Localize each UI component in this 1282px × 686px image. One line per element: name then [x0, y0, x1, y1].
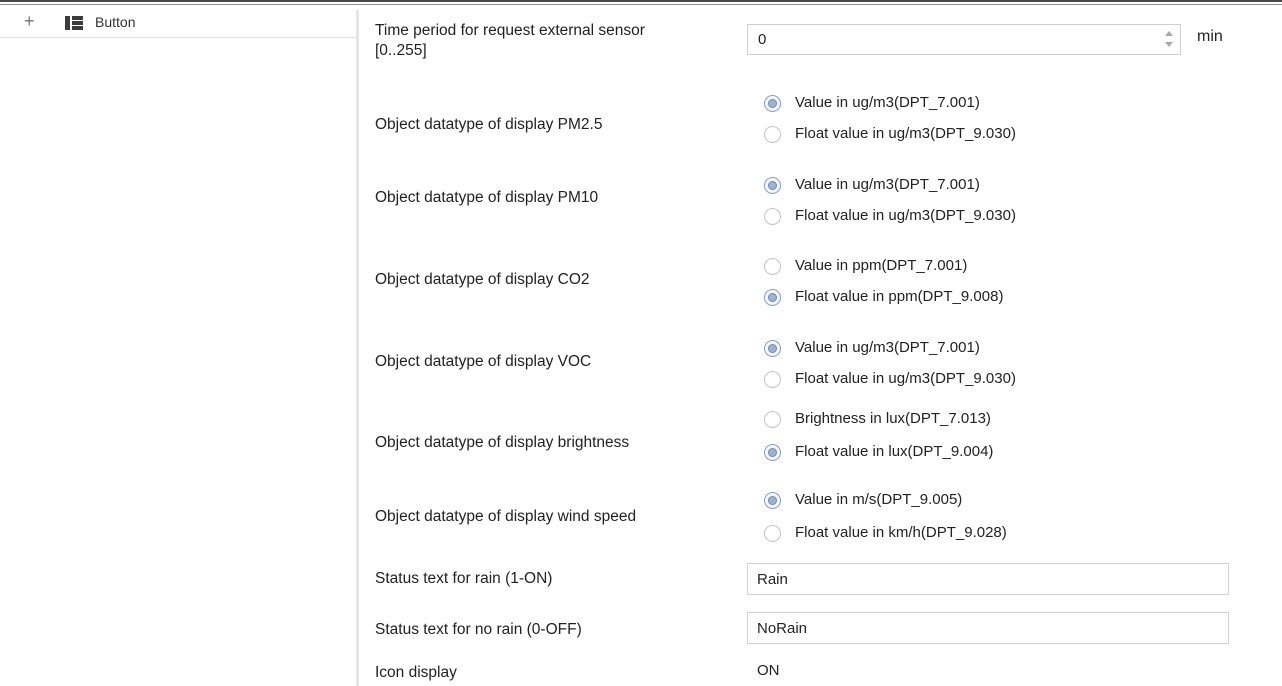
wind-speed-option-1-radio[interactable] — [764, 492, 781, 509]
pm10-option-2-label[interactable]: Float value in ug/m3(DPT_9.030) — [795, 207, 1016, 225]
pm10-option-1-label[interactable]: Value in ug/m3(DPT_7.001) — [795, 176, 980, 194]
pm25-option-2-radio[interactable] — [764, 126, 781, 143]
pm25-option-2-label[interactable]: Float value in ug/m3(DPT_9.030) — [795, 125, 1016, 143]
panel-list-icon — [65, 16, 83, 30]
spin-arrows[interactable] — [1164, 29, 1174, 51]
rain-on-label: Status text for rain (1-ON) — [375, 570, 553, 587]
voc-datatype-label: Object datatype of display VOC — [375, 353, 592, 370]
voc-option-1-radio[interactable] — [764, 340, 781, 357]
voc-option-2-label[interactable]: Float value in ug/m3(DPT_9.030) — [795, 370, 1016, 388]
tree-item-button[interactable]: + Button — [0, 10, 356, 38]
wind-speed-datatype-label: Object datatype of display wind speed — [375, 508, 637, 525]
brightness-option-1-radio[interactable] — [764, 411, 781, 428]
pm25-option-1-label[interactable]: Value in ug/m3(DPT_7.001) — [795, 94, 980, 112]
wind-speed-option-2-radio[interactable] — [764, 525, 781, 542]
sidebar-tree: + Button — [0, 10, 357, 686]
wind-speed-option-1-label[interactable]: Value in m/s(DPT_9.005) — [795, 491, 962, 509]
expand-icon[interactable]: + — [24, 12, 35, 30]
co2-option-2-label[interactable]: Float value in ppm(DPT_9.008) — [795, 288, 1003, 306]
spin-up-icon[interactable] — [1165, 31, 1173, 36]
co2-option-1-label[interactable]: Value in ppm(DPT_7.001) — [795, 257, 967, 275]
icon-display-value: ON — [757, 662, 780, 679]
wind-speed-option-2-label[interactable]: Float value in km/h(DPT_9.028) — [795, 524, 1007, 542]
panel-divider[interactable] — [356, 10, 359, 686]
co2-option-1-radio[interactable] — [764, 258, 781, 275]
pm25-option-1-radio[interactable] — [764, 95, 781, 112]
brightness-datatype-label: Object datatype of display brightness — [375, 434, 630, 451]
brightness-option-2-label[interactable]: Float value in lux(DPT_9.004) — [795, 443, 993, 461]
pm25-datatype-label: Object datatype of display PM2.5 — [375, 116, 603, 133]
rain-off-label: Status text for no rain (0-OFF) — [375, 621, 582, 638]
rain-on-text-input[interactable]: Rain — [747, 563, 1229, 595]
co2-datatype-label: Object datatype of display CO2 — [375, 271, 590, 288]
pm10-option-1-radio[interactable] — [764, 177, 781, 194]
tree-item-label: Button — [95, 14, 136, 30]
request-period-unit: min — [1197, 28, 1223, 45]
rain-off-text-input[interactable]: NoRain — [747, 612, 1229, 644]
rain-on-value[interactable]: Rain — [757, 571, 788, 588]
voc-option-2-radio[interactable] — [764, 371, 781, 388]
request-period-label: Time period for request external sensor … — [375, 22, 645, 59]
top-border-inner — [0, 4, 1282, 5]
brightness-option-2-radio[interactable] — [764, 444, 781, 461]
spin-down-icon[interactable] — [1165, 42, 1173, 47]
brightness-option-1-label[interactable]: Brightness in lux(DPT_7.013) — [795, 410, 991, 428]
pm10-datatype-label: Object datatype of display PM10 — [375, 189, 599, 206]
request-period-value[interactable]: 0 — [758, 31, 766, 48]
co2-option-2-radio[interactable] — [764, 289, 781, 306]
top-border — [0, 0, 1282, 2]
rain-off-value[interactable]: NoRain — [757, 620, 807, 637]
pm10-option-2-radio[interactable] — [764, 208, 781, 225]
icon-display-label: Icon display — [375, 664, 457, 681]
voc-option-1-label[interactable]: Value in ug/m3(DPT_7.001) — [795, 339, 980, 357]
request-period-spinbox[interactable]: 0 — [747, 24, 1181, 55]
